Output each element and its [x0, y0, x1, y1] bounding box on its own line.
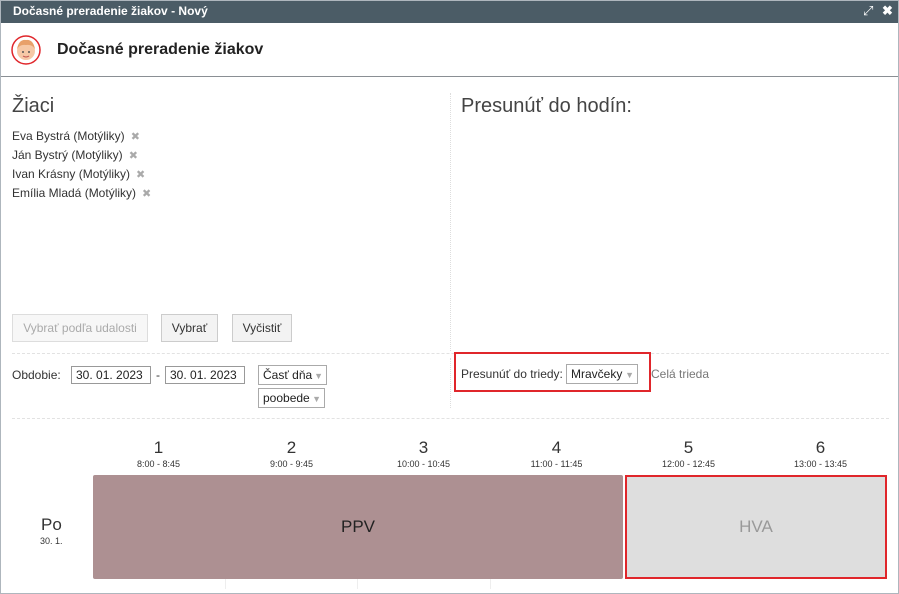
class-select[interactable]: Mravčeky ▼: [566, 364, 638, 384]
lesson-time: 8:00 - 8:45: [136, 459, 181, 469]
lesson-block-label: PPV: [340, 517, 376, 536]
student-item: Emília Mladá (Motýliky) ✖: [12, 186, 151, 200]
class-select-value: Mravčeky: [571, 367, 623, 381]
date-separator: -: [156, 368, 160, 382]
remove-icon[interactable]: ✖: [142, 188, 151, 200]
day-date: 30. 1.: [40, 536, 63, 546]
lesson-time: 12:00 - 12:45: [661, 459, 716, 469]
part-value-select[interactable]: poobede ▼: [258, 388, 325, 408]
move-to-class-label: Presunúť do triedy:: [461, 367, 563, 381]
lesson-number: 5: [683, 438, 694, 457]
day-label: Po: [41, 515, 62, 534]
separator: [12, 418, 889, 419]
lesson-number: 1: [153, 438, 164, 457]
grid-line: [490, 579, 491, 589]
student-name: Eva Bystrá (Motýliky): [12, 129, 125, 143]
column-divider: [450, 358, 451, 408]
chevron-down-icon: ▼: [625, 370, 634, 380]
title-bar: Dočasné preradenie žiakov - Nový ⤢ ✖: [1, 1, 898, 23]
select-by-event-button[interactable]: Vybrať podľa udalosti: [12, 314, 148, 342]
maximize-icon[interactable]: ⤢: [863, 3, 873, 19]
clear-button[interactable]: Vyčistiť: [232, 314, 292, 342]
dialog-header: Dočasné preradenie žiakov: [1, 23, 898, 77]
close-icon[interactable]: ✖: [882, 3, 893, 19]
student-item: Ján Bystrý (Motýliky) ✖: [12, 148, 138, 162]
part-value-label: poobede: [263, 391, 310, 405]
lesson-number: 3: [418, 438, 429, 457]
part-of-day-label: Časť dňa: [263, 368, 313, 382]
student-name: Ivan Krásny (Motýliky): [12, 167, 131, 181]
column-divider: [450, 93, 451, 351]
students-title: Žiaci: [12, 95, 55, 117]
lesson-block-ppv[interactable]: PPV: [93, 475, 623, 579]
student-name: Ján Bystrý (Motýliky): [12, 148, 123, 162]
lesson-time: 10:00 - 10:45: [396, 459, 451, 469]
date-to-input[interactable]: 30. 01. 2023: [165, 366, 245, 384]
lesson-time: 13:00 - 13:45: [793, 459, 848, 469]
lesson-time: 9:00 - 9:45: [269, 459, 314, 469]
part-of-day-select[interactable]: Časť dňa ▼: [258, 365, 327, 385]
dialog-heading: Dočasné preradenie žiakov: [57, 41, 264, 58]
remove-icon[interactable]: ✖: [129, 150, 138, 162]
lesson-number: 4: [551, 438, 562, 457]
remove-icon[interactable]: ✖: [131, 131, 140, 143]
separator: [12, 353, 889, 354]
dialog-window: Dočasné preradenie žiakov - Nový ⤢ ✖ Doč…: [0, 0, 899, 594]
student-item: Ivan Krásny (Motýliky) ✖: [12, 167, 145, 181]
lesson-time: 11:00 - 11:45: [530, 459, 583, 469]
student-name: Emília Mladá (Motýliky): [12, 186, 137, 200]
move-to-lessons-title: Presunúť do hodín:: [461, 95, 632, 117]
student-face-icon: [11, 35, 41, 65]
select-button[interactable]: Vybrať: [161, 314, 218, 342]
student-item: Eva Bystrá (Motýliky) ✖: [12, 129, 140, 143]
remove-icon[interactable]: ✖: [136, 169, 145, 181]
lesson-number: 6: [815, 438, 826, 457]
period-label: Obdobie:: [12, 368, 61, 382]
whole-class-link[interactable]: Celá trieda: [651, 367, 709, 381]
lesson-number: 2: [286, 438, 297, 457]
chevron-down-icon: ▼: [314, 371, 323, 381]
chevron-down-icon: ▼: [312, 394, 321, 404]
date-from-input[interactable]: 30. 01. 2023: [71, 366, 151, 384]
window-title: Dočasné preradenie žiakov - Nový: [13, 4, 208, 18]
grid-line: [225, 579, 226, 589]
lesson-block-hva[interactable]: HVA: [625, 475, 887, 579]
grid-line: [357, 579, 358, 589]
lesson-block-label: HVA: [739, 517, 773, 536]
